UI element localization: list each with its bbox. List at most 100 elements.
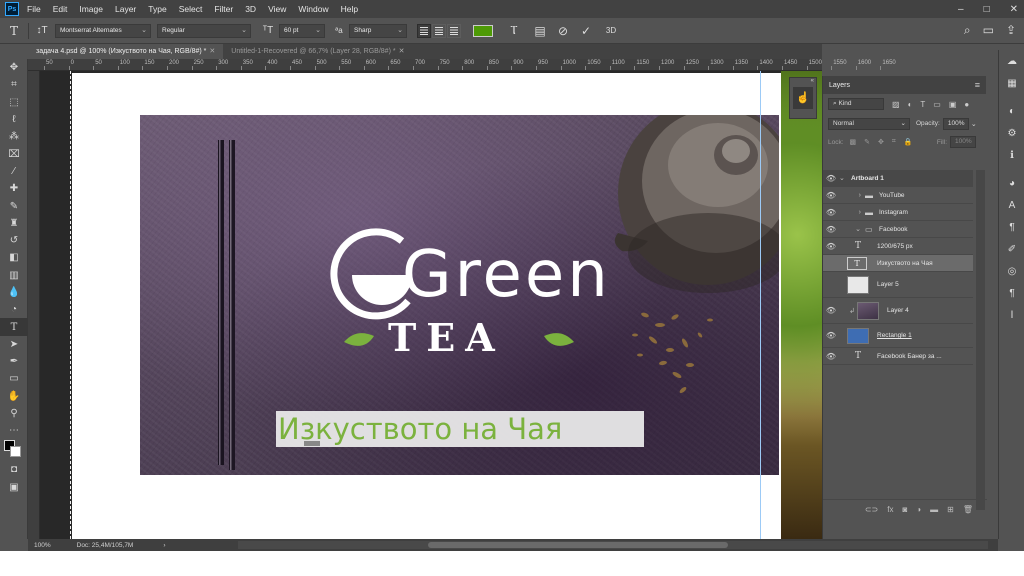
3d-button[interactable]: 3D bbox=[597, 26, 625, 35]
glyphs-icon[interactable]: Ⅰ bbox=[999, 304, 1024, 326]
dodge-tool-icon[interactable]: ◔ bbox=[0, 301, 28, 318]
type-tool-icon[interactable]: T bbox=[0, 24, 28, 38]
path-selection-tool-icon[interactable]: ➤ bbox=[0, 336, 28, 353]
visibility-eye-icon[interactable]: 👁 bbox=[823, 225, 839, 234]
filter-kind-select[interactable]: ⌕ Kind bbox=[828, 98, 884, 110]
visibility-eye-icon[interactable]: 👁 bbox=[823, 352, 839, 361]
libraries-icon[interactable]: ☁ bbox=[999, 50, 1024, 72]
menu-filter[interactable]: Filter bbox=[214, 4, 233, 14]
close-icon[interactable]: ✕ bbox=[209, 48, 215, 55]
gradient-tool-icon[interactable]: ▥ bbox=[0, 267, 28, 284]
color-icon[interactable]: ◕ bbox=[999, 172, 1024, 194]
screen-mode-icon[interactable]: ▣ bbox=[0, 479, 28, 496]
paragraph-style-icon[interactable]: ¶ bbox=[999, 216, 1024, 238]
clone-stamp-tool-icon[interactable]: ♜ bbox=[0, 215, 28, 232]
opacity-input[interactable]: 100% bbox=[942, 117, 969, 130]
tab-document-1[interactable]: задача 4.psd @ 100% (Изкуството на Чая, … bbox=[28, 44, 224, 59]
visibility-eye-icon[interactable]: 👁 bbox=[823, 280, 839, 289]
layer-row[interactable]: 👁 ⌄ ▭ Facebook bbox=[823, 221, 973, 238]
chevron-right-icon[interactable]: › bbox=[839, 192, 865, 199]
menu-layer[interactable]: Layer bbox=[115, 4, 136, 14]
marquee-tool-icon[interactable]: ⬚ bbox=[0, 94, 28, 111]
pen-tool-icon[interactable]: ✒ bbox=[0, 353, 28, 370]
adjustments-icon[interactable]: ◐ bbox=[999, 100, 1024, 122]
layer-row[interactable]: 👁 T 1200/675 px bbox=[823, 238, 973, 255]
smart-filter-icon[interactable]: ▣ bbox=[949, 100, 957, 109]
new-group-icon[interactable]: ▬ bbox=[930, 505, 938, 514]
cancel-icon[interactable]: ⊘ bbox=[551, 24, 575, 38]
lasso-tool-icon[interactable]: ℓ bbox=[0, 111, 28, 128]
healing-tool-icon[interactable]: ✚ bbox=[0, 180, 28, 197]
lock-all-icon[interactable]: 🔒 bbox=[904, 138, 913, 146]
pixel-filter-icon[interactable]: ▨ bbox=[892, 100, 900, 109]
hand-tool-icon[interactable]: ✋ bbox=[0, 388, 28, 405]
chevron-down-icon[interactable]: ⌄ bbox=[839, 174, 851, 182]
layer-row[interactable]: 👁 Rectangle 1 bbox=[823, 324, 973, 348]
info-icon[interactable]: ℹ bbox=[999, 144, 1024, 166]
close-window-button[interactable]: ✕ bbox=[1010, 4, 1018, 15]
type-filter-icon[interactable]: T bbox=[920, 100, 925, 109]
commit-check-icon[interactable]: ✓ bbox=[575, 24, 597, 38]
fill-input[interactable]: 100% bbox=[950, 136, 976, 148]
font-size-select[interactable]: 60 pt ⌄ bbox=[279, 23, 325, 38]
antialias-select[interactable]: Sharp ⌄ bbox=[349, 23, 407, 38]
add-mask-icon[interactable]: ◙ bbox=[902, 505, 907, 514]
visibility-eye-icon[interactable]: 👁 bbox=[823, 191, 839, 200]
menu-image[interactable]: Image bbox=[79, 4, 103, 14]
menu-view[interactable]: View bbox=[268, 4, 286, 14]
horizontal-scrollbar[interactable] bbox=[238, 541, 988, 549]
chevron-down-icon[interactable]: ⌄ bbox=[839, 225, 865, 233]
workspace-icon[interactable]: ▭ bbox=[983, 23, 994, 38]
lock-paint-icon[interactable]: ✎ bbox=[864, 138, 870, 146]
character-icon[interactable]: A bbox=[999, 194, 1024, 216]
shape-tool-icon[interactable]: ▭ bbox=[0, 370, 28, 387]
eyedropper-tool-icon[interactable]: ⁄ bbox=[0, 163, 28, 180]
close-icon[interactable]: ✕ bbox=[399, 48, 405, 55]
properties-icon[interactable]: ⚙ bbox=[999, 122, 1024, 144]
align-center-button[interactable] bbox=[432, 23, 446, 38]
type-tool-icon[interactable]: T bbox=[0, 318, 28, 336]
collapse-arrows-icon[interactable]: « bbox=[790, 78, 816, 84]
more-tools-icon[interactable]: ⋯ bbox=[0, 422, 28, 439]
adjustment-filter-icon[interactable]: ◐ bbox=[908, 100, 913, 109]
delete-layer-icon[interactable]: 🗑 bbox=[963, 505, 973, 514]
lock-transparency-icon[interactable]: ▩ bbox=[850, 138, 857, 146]
visibility-eye-icon[interactable]: 👁 bbox=[823, 331, 839, 340]
share-icon[interactable]: ⇪ bbox=[1006, 23, 1016, 38]
filter-toggle-icon[interactable]: ● bbox=[964, 100, 969, 109]
eraser-tool-icon[interactable]: ◧ bbox=[0, 249, 28, 266]
warp-text-icon[interactable]: Ⲧ bbox=[499, 23, 529, 38]
brush-settings-icon[interactable]: ✐ bbox=[999, 238, 1024, 260]
hand-gesture-icon[interactable]: ☝ bbox=[793, 87, 813, 109]
shape-filter-icon[interactable]: ▭ bbox=[933, 100, 941, 109]
maximize-button[interactable]: □ bbox=[984, 4, 990, 15]
adjustment-layer-icon[interactable]: ◑ bbox=[916, 505, 921, 514]
visibility-eye-icon[interactable]: 👁 bbox=[823, 208, 839, 217]
move-tool-icon[interactable]: ✥ bbox=[0, 59, 28, 76]
visibility-eye-icon[interactable]: 👁 bbox=[823, 259, 839, 268]
blend-mode-select[interactable]: Normal ⌄ bbox=[828, 117, 910, 130]
scrollbar-thumb[interactable] bbox=[428, 542, 728, 548]
subtitle-text-layer[interactable]: Изкуството на Чая bbox=[278, 411, 562, 447]
align-left-button[interactable] bbox=[417, 23, 431, 38]
history-brush-tool-icon[interactable]: ↺ bbox=[0, 232, 28, 249]
menu-type[interactable]: Type bbox=[148, 4, 166, 14]
font-style-select[interactable]: Regular ⌄ bbox=[157, 23, 251, 38]
layer-row[interactable]: 👁 ⌄ Artboard 1 bbox=[823, 170, 973, 187]
visibility-eye-icon[interactable]: 👁 bbox=[823, 174, 839, 183]
visibility-eye-icon[interactable]: 👁 bbox=[823, 242, 839, 251]
canvas-area[interactable]: Green TEA Изкуството на Чая bbox=[40, 71, 822, 539]
layer-row[interactable]: 👁 › ▬ Instagram bbox=[823, 204, 973, 221]
new-layer-icon[interactable]: ⊞ bbox=[947, 505, 954, 514]
visibility-eye-icon[interactable]: 👁 bbox=[823, 306, 839, 315]
link-layers-icon[interactable]: ⊂⊃ bbox=[865, 505, 878, 514]
lock-artboard-icon[interactable]: ⌗ bbox=[892, 138, 896, 146]
menu-select[interactable]: Select bbox=[179, 4, 203, 14]
menu-help[interactable]: Help bbox=[341, 4, 358, 14]
menu-edit[interactable]: Edit bbox=[53, 4, 68, 14]
character-panel-icon[interactable]: ▤ bbox=[529, 24, 551, 38]
quick-mask-icon[interactable]: ◘ bbox=[0, 461, 28, 478]
crop-tool-icon[interactable]: ⌧ bbox=[0, 145, 28, 162]
minimize-button[interactable]: – bbox=[958, 4, 964, 15]
menu-window[interactable]: Window bbox=[298, 4, 328, 14]
